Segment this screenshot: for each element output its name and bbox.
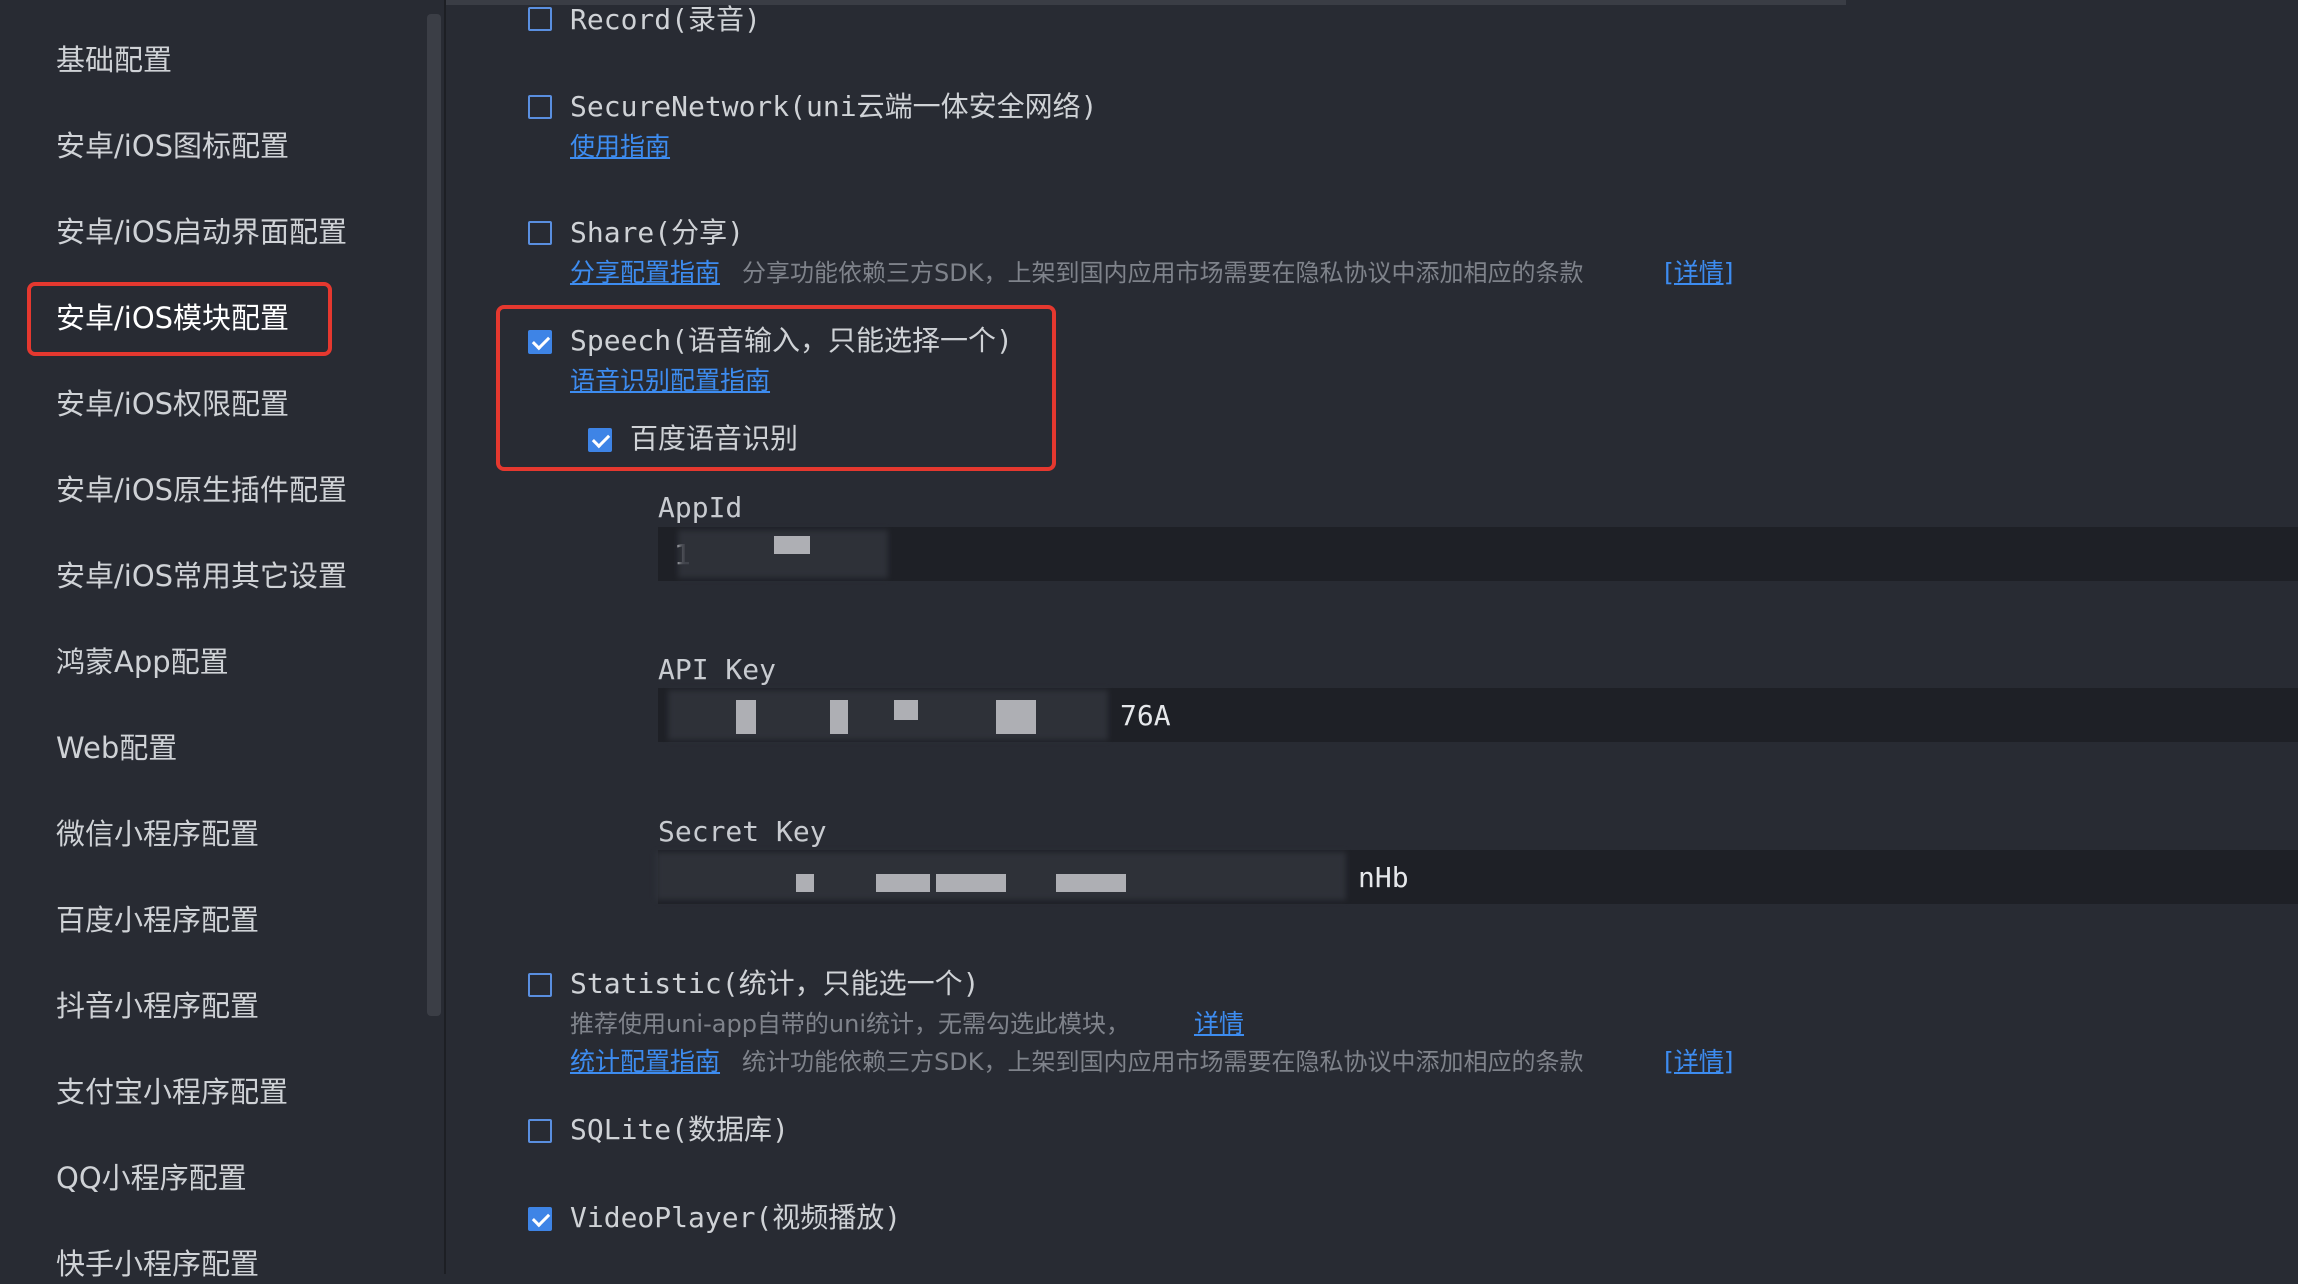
record-checkbox[interactable] xyxy=(528,7,552,31)
appid-input[interactable] xyxy=(658,527,2298,581)
speech-label: Speech(语音输入，只能选择一个) xyxy=(570,324,1013,357)
sidebar-item-weixin-mp[interactable]: 微信小程序配置 xyxy=(56,814,259,854)
sqlite-checkbox[interactable] xyxy=(528,1119,552,1143)
securenetwork-guide-link[interactable]: 使用指南 xyxy=(570,130,670,164)
statistic-recommend-hint: 推荐使用uni-app自带的uni统计，无需勾选此模块， xyxy=(570,1010,1131,1038)
sidebar-item-native-plugins[interactable]: 安卓/iOS原生插件配置 xyxy=(56,470,347,510)
secretkey-label: Secret Key xyxy=(658,815,827,848)
share-checkbox[interactable] xyxy=(528,221,552,245)
sidebar-item-splash[interactable]: 安卓/iOS启动界面配置 xyxy=(56,212,347,252)
active-item-highlight xyxy=(27,282,332,356)
sidebar-item-permissions[interactable]: 安卓/iOS权限配置 xyxy=(56,384,289,424)
securenetwork-checkbox[interactable] xyxy=(528,95,552,119)
record-label: Record(录音) xyxy=(570,3,761,36)
share-guide-link[interactable]: 分享配置指南 xyxy=(570,256,720,290)
sidebar-item-other-settings[interactable]: 安卓/iOS常用其它设置 xyxy=(56,556,347,596)
apikey-redaction-pixel xyxy=(996,700,1036,734)
apikey-redaction-pixel xyxy=(736,700,756,734)
statistic-guide-link[interactable]: 统计配置指南 xyxy=(570,1045,720,1079)
securenetwork-label: SecureNetwork(uni云端一体安全网络) xyxy=(570,90,1098,123)
statistic-detail-link[interactable]: [详情] xyxy=(1664,1045,1734,1079)
sidebar-item-app-icons[interactable]: 安卓/iOS图标配置 xyxy=(56,126,289,166)
baidu-speech-checkbox[interactable] xyxy=(588,428,612,452)
statistic-hint: 统计功能依赖三方SDK，上架到国内应用市场需要在隐私协议中添加相应的条款 xyxy=(742,1048,1584,1076)
appid-redaction-pixel xyxy=(774,536,810,554)
share-hint: 分享功能依赖三方SDK，上架到国内应用市场需要在隐私协议中添加相应的条款 xyxy=(742,259,1584,287)
sidebar-item-basic[interactable]: 基础配置 xyxy=(56,40,172,80)
sidebar-item-alipay-mp[interactable]: 支付宝小程序配置 xyxy=(56,1072,288,1112)
statistic-checkbox[interactable] xyxy=(528,973,552,997)
module-config-panel: Record(录音) SecureNetwork(uni云端一体安全网络) 使用… xyxy=(446,0,2298,1274)
secretkey-redaction-pixel xyxy=(1056,874,1126,892)
apikey-redaction-pixel xyxy=(830,700,848,734)
baidu-speech-label: 百度语音识别 xyxy=(630,422,799,455)
secretkey-redaction-pixel xyxy=(936,874,1006,892)
sidebar-item-douyin-mp[interactable]: 抖音小程序配置 xyxy=(56,986,259,1026)
sidebar: 基础配置 安卓/iOS图标配置 安卓/iOS启动界面配置 安卓/iOS模块配置 … xyxy=(0,0,444,1281)
sidebar-item-baidu-mp[interactable]: 百度小程序配置 xyxy=(56,900,259,940)
videoplayer-checkbox[interactable] xyxy=(528,1207,552,1231)
apikey-redaction xyxy=(668,690,1108,740)
statistic-detail-inline-link[interactable]: 详情 xyxy=(1194,1007,1244,1041)
sidebar-item-web[interactable]: Web配置 xyxy=(56,728,177,768)
speech-checkbox[interactable] xyxy=(528,330,552,354)
share-detail-link[interactable]: [详情] xyxy=(1664,256,1734,290)
sidebar-item-harmony[interactable]: 鸿蒙App配置 xyxy=(56,642,229,682)
appid-label: AppId xyxy=(658,491,743,524)
sidebar-item-qq-mp[interactable]: QQ小程序配置 xyxy=(56,1158,247,1198)
sqlite-label: SQLite(数据库) xyxy=(570,1113,789,1146)
videoplayer-label: VideoPlayer(视频播放) xyxy=(570,1201,902,1234)
sidebar-item-kuaishou-mp[interactable]: 快手小程序配置 xyxy=(56,1244,259,1284)
share-label: Share(分享) xyxy=(570,216,745,249)
secretkey-redaction-pixel xyxy=(876,874,930,892)
speech-guide-link[interactable]: 语音识别配置指南 xyxy=(570,364,770,398)
apikey-redaction-pixel xyxy=(894,700,918,720)
apikey-label: API Key xyxy=(658,653,777,686)
sidebar-scrollbar[interactable] xyxy=(427,14,441,1016)
statistic-label: Statistic(统计，只能选一个) xyxy=(570,967,980,1000)
secretkey-redaction-pixel xyxy=(796,874,814,892)
